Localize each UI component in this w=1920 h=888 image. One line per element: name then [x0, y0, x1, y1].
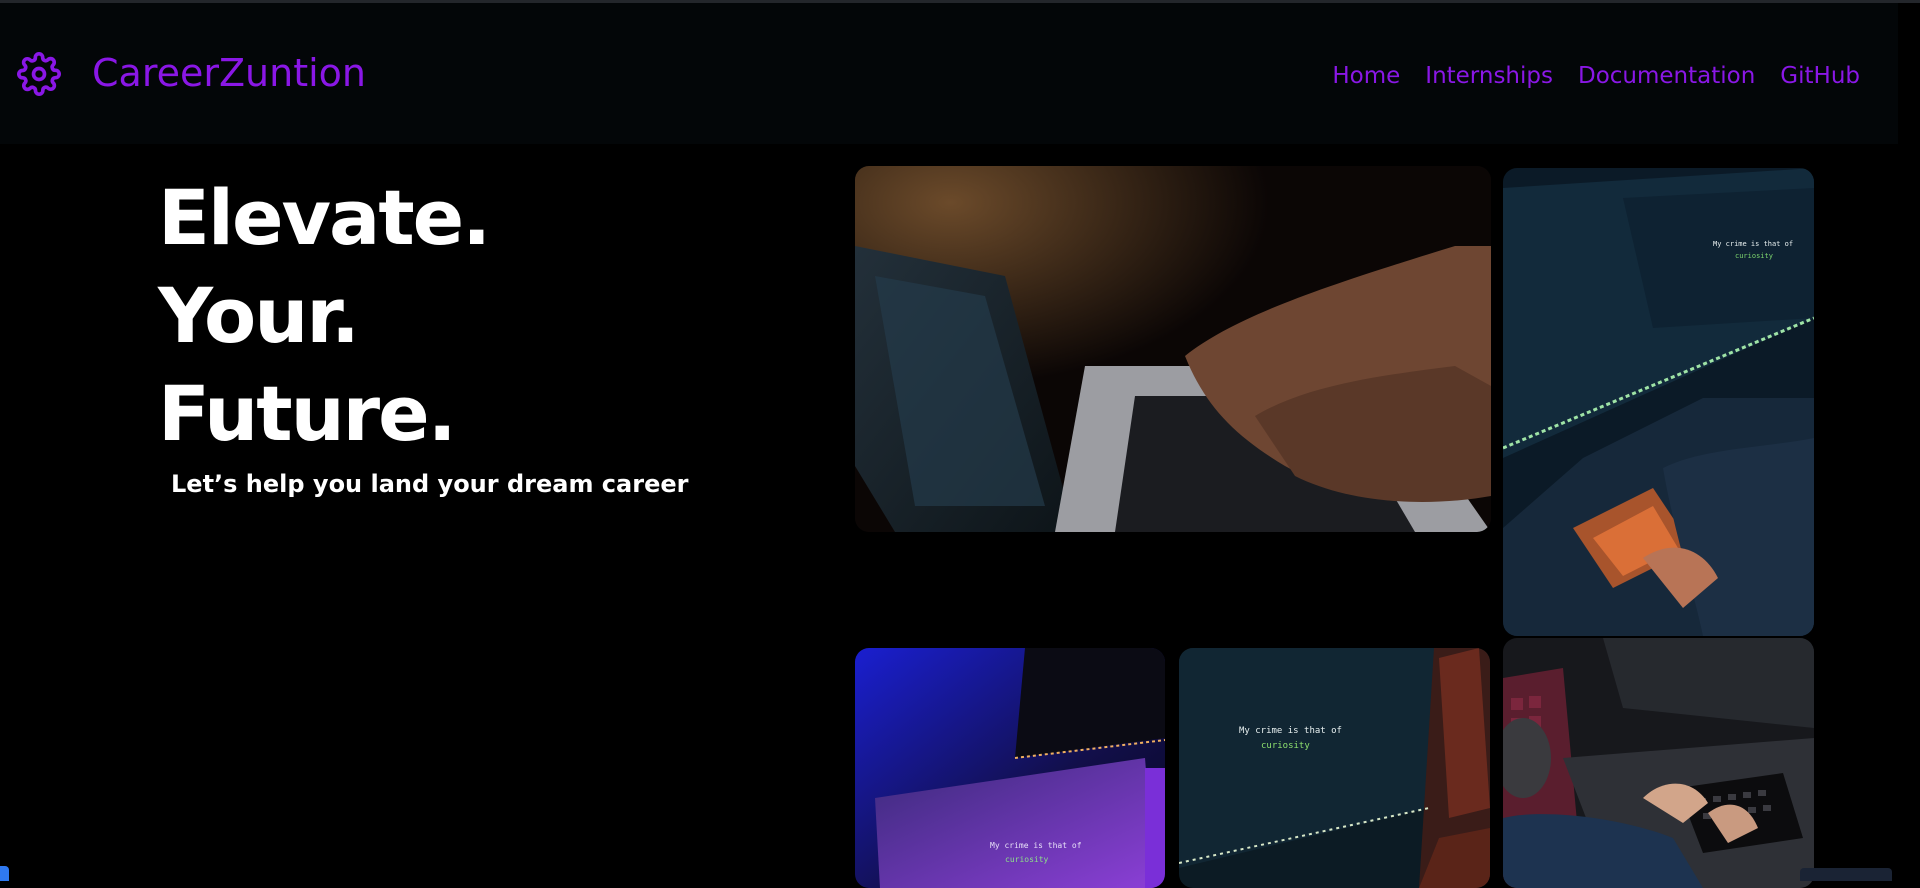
hero-line-your: Your. — [158, 271, 360, 360]
screen-text-line1: My crime is that of — [1713, 240, 1793, 248]
nav-link-internships[interactable]: Internships — [1425, 63, 1553, 89]
photo-purple-monitor: My crime is that of curiosity — [855, 648, 1165, 888]
photo-gaming-setup-tall: My crime is that of curiosity — [1503, 168, 1814, 636]
corner-widget[interactable] — [0, 866, 9, 881]
hero-subtitle: Let’s help you land your dream career — [171, 470, 689, 498]
hero-line-future: Future. — [158, 369, 457, 458]
bottom-right-tab[interactable] — [1800, 868, 1892, 881]
screen-text-line2-c: curiosity — [1261, 741, 1310, 751]
navbar: CareerZuntion Home Internships Documenta… — [0, 3, 1898, 144]
nav-link-documentation[interactable]: Documentation — [1578, 63, 1755, 89]
nav-links: Home Internships Documentation GitHub — [1332, 63, 1860, 89]
hero-line-elevate: Elevate. — [158, 173, 491, 262]
screen-text-line1-c: My crime is that of — [1239, 726, 1342, 736]
screen-text-line1-b: My crime is that of — [990, 841, 1082, 850]
nav-link-github[interactable]: GitHub — [1780, 63, 1860, 89]
photo-keyboard-overhead — [1503, 638, 1814, 888]
photo-laptop-typing — [855, 166, 1491, 532]
gear-icon[interactable] — [17, 52, 61, 96]
nav-link-home[interactable]: Home — [1332, 63, 1400, 89]
screen-text-line2: curiosity — [1735, 252, 1773, 260]
brand-name[interactable]: CareerZuntion — [92, 51, 366, 95]
photo-dark-monitor: My crime is that of curiosity — [1179, 648, 1490, 888]
screen-text-line2-b: curiosity — [1005, 855, 1049, 864]
